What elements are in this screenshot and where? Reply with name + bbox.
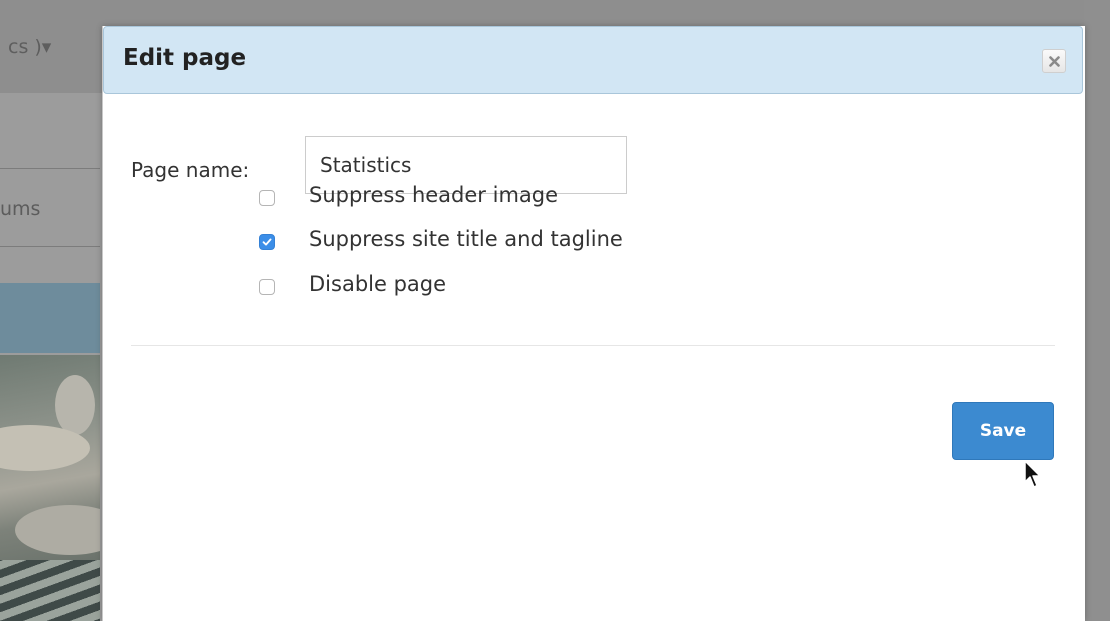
disable-page-checkbox[interactable] — [259, 279, 275, 295]
background-divider — [0, 246, 100, 247]
edit-page-dialog: Edit page Page name: Suppress header ima… — [102, 26, 1085, 621]
save-button[interactable]: Save — [952, 402, 1054, 460]
background-photo — [0, 355, 100, 621]
disable-page-label[interactable]: Disable page — [309, 272, 446, 296]
mouse-cursor-icon — [1024, 460, 1041, 488]
suppress-header-image-label[interactable]: Suppress header image — [309, 183, 558, 207]
background-highlight-bar — [0, 283, 100, 353]
background-divider — [0, 168, 100, 169]
dialog-divider — [131, 345, 1055, 346]
background-menu-text: cs )▾ — [8, 36, 52, 58]
checkmark-icon — [262, 238, 272, 246]
dialog-header: Edit page — [103, 26, 1083, 94]
background-nav-text: ums — [0, 198, 41, 220]
suppress-site-title-label[interactable]: Suppress site title and tagline — [309, 227, 623, 251]
dialog-title: Edit page — [123, 45, 247, 71]
background-right-edge — [1084, 0, 1110, 621]
suppress-site-title-checkbox[interactable] — [259, 234, 275, 250]
page-name-label: Page name: — [131, 158, 250, 182]
close-icon — [1049, 56, 1060, 67]
close-button[interactable] — [1042, 49, 1066, 73]
suppress-header-image-checkbox[interactable] — [259, 190, 275, 206]
